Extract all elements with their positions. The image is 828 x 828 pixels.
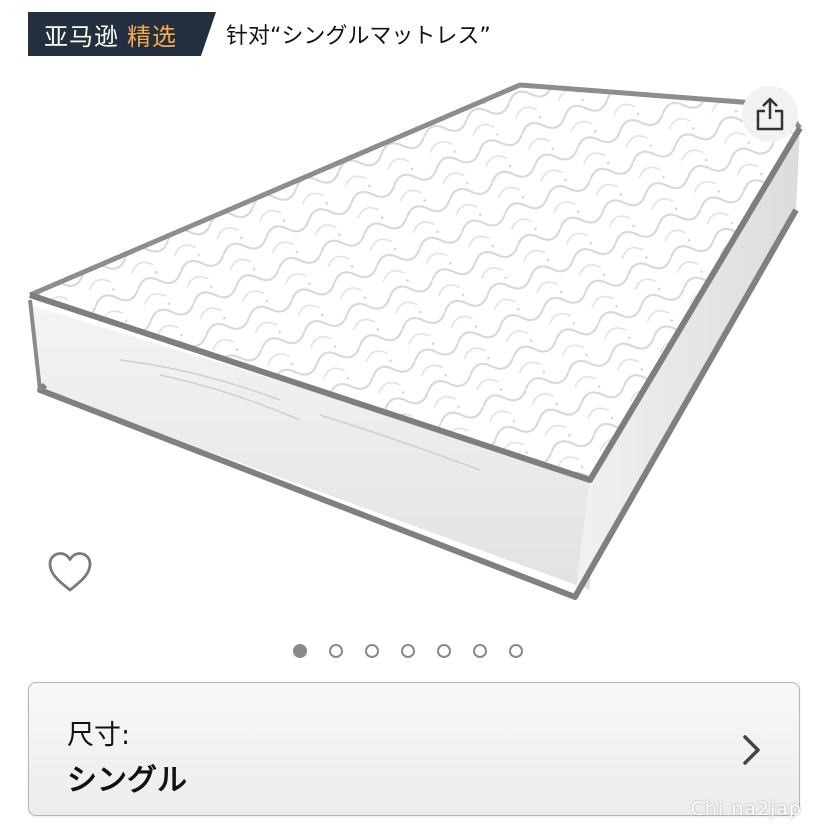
mattress-image [28,82,803,600]
carousel-dot[interactable] [509,644,523,658]
product-image[interactable] [0,70,828,630]
carousel-dot[interactable] [437,644,451,658]
product-page: 亚马逊 精选 针对“シングルマットレス” 尺寸: シングル Chi na2jap [0,0,828,828]
share-icon [756,97,784,131]
badge-context-text: 针对“シングルマットレス” [226,24,491,49]
badge-brand-text: 亚马逊 [44,22,119,51]
carousel-dot[interactable] [329,644,343,658]
watermark-text: Chi na2jap [690,798,802,820]
carousel-dot[interactable] [473,644,487,658]
amazon-choice-badge: 亚马逊 精选 [28,12,216,56]
carousel-dot[interactable] [293,644,307,658]
size-selector[interactable]: 尺寸: シングル [28,682,800,816]
wishlist-heart-button[interactable] [44,546,96,598]
heart-icon [48,552,92,592]
carousel-dot[interactable] [365,644,379,658]
carousel-dots [0,644,822,658]
size-selector-value: シングル [67,763,187,798]
share-button[interactable] [742,86,798,142]
size-selector-label: 尺寸: [67,720,131,751]
badge-choice-text: 精选 [127,22,177,51]
chevron-right-icon [743,735,760,765]
carousel-dot[interactable] [401,644,415,658]
